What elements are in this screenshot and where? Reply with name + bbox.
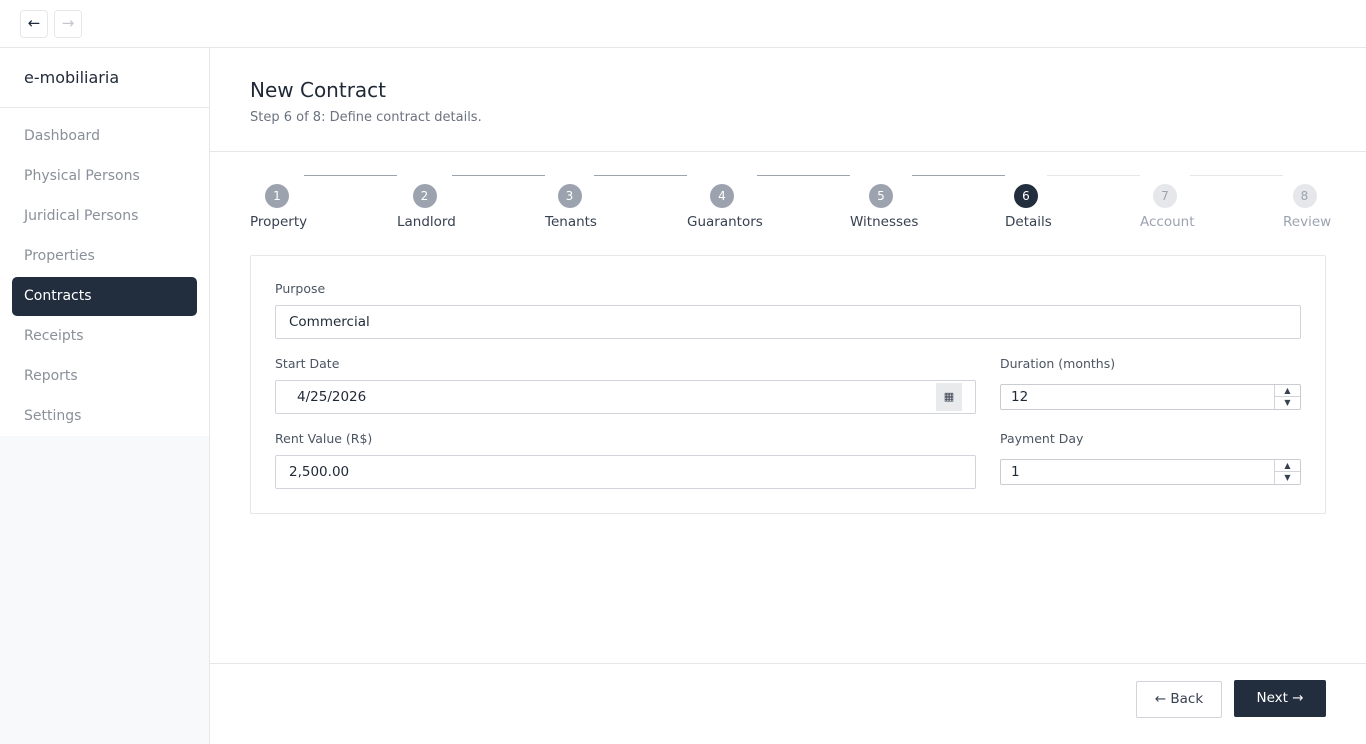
step-details[interactable]: 6 Details: [1005, 184, 1052, 230]
step-label: Details: [1005, 214, 1052, 230]
step-connector: [594, 175, 687, 176]
calendar-icon[interactable]: ▦: [936, 383, 962, 411]
contract-details-form: Purpose Commercial Start Date 4/25/2026 …: [250, 255, 1326, 514]
spin-up-icon[interactable]: ▲: [1275, 460, 1300, 472]
step-number: 5: [869, 184, 893, 208]
sidebar-item-juridical-persons[interactable]: Juridical Persons: [12, 197, 197, 236]
sidebar-item-properties[interactable]: Properties: [12, 237, 197, 276]
start-date-value: 4/25/2026: [297, 389, 367, 405]
step-connector: [1190, 175, 1283, 176]
duration-input[interactable]: 12 ▲ ▼: [1000, 384, 1301, 410]
page-subtitle: Step 6 of 8: Define contract details.: [250, 110, 482, 125]
step-number: 3: [557, 184, 582, 208]
step-tenants[interactable]: 3 Tenants: [545, 184, 597, 230]
step-review[interactable]: 8 Review: [1283, 184, 1332, 230]
step-property[interactable]: 1 Property: [250, 184, 308, 230]
spin-down-icon[interactable]: ▼: [1275, 472, 1300, 484]
next-button[interactable]: Next →: [1234, 680, 1326, 717]
step-label: Landlord: [397, 214, 456, 230]
step-connector: [757, 175, 850, 176]
payment-day-input[interactable]: 1 ▲ ▼: [1000, 459, 1301, 485]
main-content: New Contract Step 6 of 8: Define contrac…: [210, 48, 1366, 744]
start-date-input[interactable]: 4/25/2026 ▦: [275, 380, 976, 414]
step-connector: [304, 175, 397, 176]
sidebar-item-dashboard[interactable]: Dashboard: [12, 117, 197, 156]
start-date-label: Start Date: [275, 356, 340, 371]
step-number: 7: [1153, 184, 1177, 208]
step-label: Tenants: [545, 214, 597, 230]
sidebar-item-reports[interactable]: Reports: [12, 357, 197, 396]
duration-value: 12: [1011, 389, 1029, 405]
back-button[interactable]: ← Back: [1136, 681, 1222, 718]
divider: [210, 151, 1366, 152]
step-number: 1: [265, 184, 289, 208]
sidebar: e-mobiliaria Dashboard Physical Persons …: [0, 48, 210, 744]
step-label: Property: [250, 214, 308, 230]
payment-day-label: Payment Day: [1000, 431, 1084, 446]
brand-logo[interactable]: e-mobiliaria: [24, 68, 119, 87]
duration-stepper[interactable]: ▲ ▼: [1274, 385, 1300, 409]
step-number: 4: [710, 184, 734, 208]
sidebar-nav: Dashboard Physical Persons Juridical Per…: [12, 117, 197, 437]
step-label: Account: [1140, 214, 1195, 230]
sidebar-item-settings[interactable]: Settings: [12, 397, 197, 436]
duration-label: Duration (months): [1000, 356, 1116, 371]
payment-day-stepper[interactable]: ▲ ▼: [1274, 460, 1300, 484]
sidebar-item-contracts[interactable]: Contracts: [12, 277, 197, 316]
page-title: New Contract: [250, 78, 387, 102]
step-number: 8: [1292, 184, 1317, 208]
forward-arrow-icon[interactable]: →: [54, 10, 82, 38]
divider: [0, 107, 209, 108]
payment-day-value: 1: [1011, 464, 1020, 480]
spin-down-icon[interactable]: ▼: [1275, 397, 1300, 409]
step-number: 2: [412, 184, 437, 208]
step-label: Guarantors: [687, 214, 763, 230]
step-account[interactable]: 7 Account: [1140, 184, 1195, 230]
step-guarantors[interactable]: 4 Guarantors: [687, 184, 763, 230]
step-landlord[interactable]: 2 Landlord: [397, 184, 456, 230]
step-number: 6: [1014, 184, 1038, 208]
sidebar-item-receipts[interactable]: Receipts: [12, 317, 197, 356]
step-label: Witnesses: [850, 214, 919, 230]
purpose-label: Purpose: [275, 281, 326, 296]
sidebar-panel: e-mobiliaria Dashboard Physical Persons …: [0, 48, 209, 436]
step-connector: [452, 175, 545, 176]
purpose-input[interactable]: Commercial: [275, 305, 1301, 339]
rent-value-label: Rent Value (R$): [275, 431, 373, 446]
spin-up-icon[interactable]: ▲: [1275, 385, 1300, 397]
sidebar-item-physical-persons[interactable]: Physical Persons: [12, 157, 197, 196]
step-connector: [1047, 175, 1140, 176]
divider: [210, 663, 1366, 664]
step-witnesses[interactable]: 5 Witnesses: [850, 184, 919, 230]
rent-value-input[interactable]: 2,500.00: [275, 455, 976, 489]
back-arrow-icon[interactable]: ←: [20, 10, 48, 38]
step-connector: [912, 175, 1005, 176]
step-label: Review: [1283, 214, 1332, 230]
top-bar: ← →: [0, 0, 1366, 48]
